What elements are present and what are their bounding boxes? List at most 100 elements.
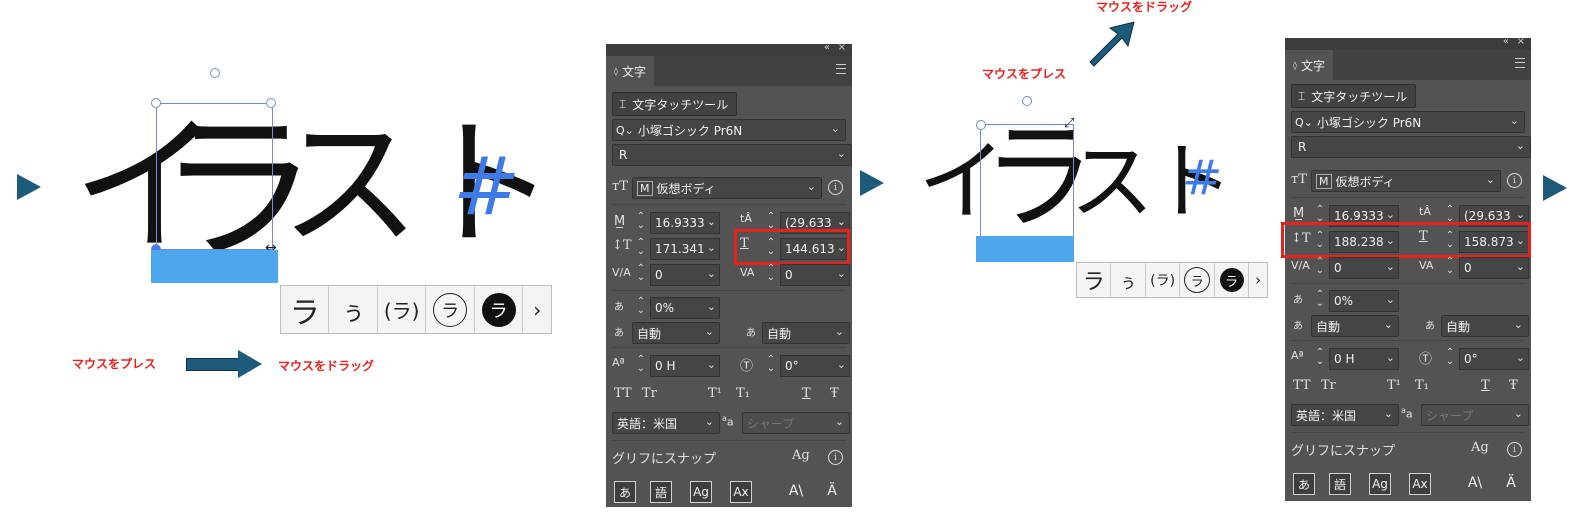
close-icon[interactable]: × [1517, 36, 1525, 47]
tsume-stepper[interactable]: ⌃ ⌄ [636, 297, 646, 316]
underline-button[interactable]: T [1481, 378, 1490, 393]
font-size-reference-dropdown[interactable]: M 仮想ボディ ⌄ [632, 177, 822, 199]
baseline-shift-field[interactable]: 0 H ⌄ [650, 355, 720, 377]
selection-handle-tl[interactable] [976, 120, 986, 130]
font-size-stepper[interactable]: ⌃ ⌄ [636, 212, 646, 231]
strikethrough-button[interactable]: Ŧ [1509, 378, 1518, 393]
glyph-alternates-bar[interactable]: ラ ぅ (ラ) ラ ラ › [1076, 262, 1268, 298]
rotate-handle[interactable] [210, 68, 220, 78]
kerning-field[interactable]: 0 ⌄ [1329, 257, 1399, 279]
rotate-handle[interactable] [1022, 96, 1032, 106]
aki-right-dropdown[interactable]: 自動 ⌄ [762, 322, 850, 344]
language-dropdown[interactable]: 英語：米国 ⌄ [1291, 404, 1399, 426]
glyph-cell[interactable]: ぅ [329, 286, 378, 333]
snap-btn-4[interactable]: Ax [730, 481, 752, 503]
glyph-cell[interactable]: (ラ) [1146, 263, 1181, 297]
font-style-dropdown[interactable]: R ⌄ [1291, 136, 1531, 158]
superscript-button[interactable]: T¹ [1387, 378, 1401, 393]
font-size-reference-dropdown[interactable]: M 仮想ボディ ⌄ [1311, 170, 1501, 192]
selection-box[interactable] [980, 124, 1074, 239]
glyph-cell[interactable]: ラ [1180, 263, 1215, 297]
glyph-snap-icon[interactable]: Ag [1471, 440, 1489, 455]
baseline-shift-stepper[interactable]: ⌃ ⌄ [636, 355, 646, 374]
glyph-cell[interactable]: ラ [475, 286, 524, 333]
aki-right-dropdown[interactable]: 自動 ⌄ [1441, 315, 1529, 337]
tab-character[interactable]: ◊ 文字 [1285, 50, 1333, 80]
rotation-field[interactable]: 0° ⌄ [780, 355, 850, 377]
glyph-cell[interactable]: ラ [426, 286, 475, 333]
snap-btn-1[interactable]: あ [614, 481, 636, 503]
language-dropdown[interactable]: 英語：米国 ⌄ [612, 412, 720, 434]
info-icon[interactable]: i [828, 450, 843, 465]
glyph-alternates-bar[interactable]: ラ ぅ (ラ) ラ ラ › [280, 285, 552, 334]
subscript-button[interactable]: T₁ [736, 386, 750, 401]
glyph-more-button[interactable]: › [1249, 263, 1267, 297]
selection-handle-tr[interactable] [266, 98, 276, 108]
glyph-cell[interactable]: ラ [1215, 263, 1250, 297]
touch-type-tool-button[interactable]: ⌶ 文字タッチツール [1291, 84, 1417, 108]
superscript-button[interactable]: T¹ [708, 386, 722, 401]
font-style-dropdown[interactable]: R ⌄ [612, 144, 852, 166]
font-family-dropdown[interactable]: Q⌄ 小塚ゴシック Pr6N ⌄ [1291, 111, 1525, 133]
snap-btn-3[interactable]: Ag [1369, 473, 1391, 495]
glyph-cell[interactable]: ぅ [1111, 263, 1146, 297]
snap-btn-4[interactable]: Ax [1409, 473, 1431, 495]
rotation-stepper[interactable]: ⌃ ⌄ [1445, 348, 1455, 367]
touch-type-tool-button[interactable]: ⌶ 文字タッチツール [612, 92, 738, 116]
snap-btn-6[interactable]: Ä [822, 481, 842, 501]
glyph-cell[interactable]: ラ [281, 286, 330, 333]
kerning-stepper[interactable]: ⌃ ⌄ [636, 264, 646, 283]
baseline-shift-stepper[interactable]: ⌃ ⌄ [1315, 348, 1325, 367]
subscript-button[interactable]: T₁ [1415, 378, 1429, 393]
selection-handle-tl[interactable] [151, 98, 161, 108]
snap-btn-5[interactable]: A\ [1465, 473, 1485, 493]
info-icon[interactable]: i [1507, 173, 1522, 188]
small-caps-button[interactable]: Tr [642, 386, 657, 401]
snap-btn-3[interactable]: Ag [690, 481, 712, 503]
snap-btn-5[interactable]: A\ [786, 481, 806, 501]
font-family-dropdown[interactable]: Q⌄ 小塚ゴシック Pr6N ⌄ [612, 119, 846, 141]
glyph-cell[interactable]: ラ [1077, 263, 1112, 297]
leading-stepper[interactable]: ⌃ ⌄ [1445, 205, 1455, 224]
leading-stepper[interactable]: ⌃ ⌄ [766, 212, 776, 231]
close-icon[interactable]: × [838, 42, 846, 53]
font-size-stepper[interactable]: ⌃ ⌄ [1315, 205, 1325, 224]
strikethrough-button[interactable]: Ŧ [830, 386, 839, 401]
collapse-icon[interactable]: « [1503, 36, 1509, 47]
info-icon[interactable]: i [1507, 442, 1522, 457]
tab-character[interactable]: ◊ 文字 [606, 56, 654, 86]
font-size-field[interactable]: 16.9333 ⌄ [650, 212, 720, 234]
snap-btn-1[interactable]: あ [1293, 473, 1315, 495]
tracking-stepper[interactable]: ⌃ ⌄ [766, 264, 776, 283]
tracking-stepper[interactable]: ⌃ ⌄ [1445, 257, 1455, 276]
tracking-field[interactable]: 0 ⌄ [1459, 257, 1529, 279]
kerning-stepper[interactable]: ⌃ ⌄ [1315, 257, 1325, 276]
rotation-field[interactable]: 0° ⌄ [1459, 348, 1529, 370]
info-icon[interactable]: i [828, 180, 843, 195]
baseline-shift-field[interactable]: 0 H ⌄ [1329, 348, 1399, 370]
glyph-snap-icon[interactable]: Ag [792, 448, 810, 463]
panel-menu-icon[interactable] [836, 64, 846, 74]
small-caps-button[interactable]: Tr [1321, 378, 1336, 393]
tracking-field[interactable]: 0 ⌄ [780, 264, 850, 286]
snap-btn-2[interactable]: 語 [650, 481, 672, 503]
snap-btn-2[interactable]: 語 [1329, 473, 1351, 495]
collapse-icon[interactable]: « [824, 42, 830, 53]
vertical-scale-field[interactable]: 171.341 ⌄ [650, 238, 720, 260]
snap-btn-6[interactable]: Ä [1501, 473, 1521, 493]
panel-menu-icon[interactable] [1515, 58, 1525, 68]
glyph-cell[interactable]: (ラ) [378, 286, 427, 333]
all-caps-button[interactable]: TT [614, 386, 632, 401]
all-caps-button[interactable]: TT [1293, 378, 1311, 393]
tsume-field[interactable]: 0% ⌄ [1329, 290, 1399, 312]
tsume-field[interactable]: 0% ⌄ [650, 297, 720, 319]
aki-left-dropdown[interactable]: 自動 ⌄ [632, 322, 720, 344]
rotation-stepper[interactable]: ⌃ ⌄ [766, 355, 776, 374]
vertical-scale-stepper[interactable]: ⌃ ⌄ [636, 238, 646, 257]
aki-left-dropdown[interactable]: 自動 ⌄ [1311, 315, 1399, 337]
selection-box[interactable] [156, 103, 273, 250]
kerning-field[interactable]: 0 ⌄ [650, 264, 720, 286]
tsume-stepper[interactable]: ⌃ ⌄ [1315, 290, 1325, 309]
underline-button[interactable]: T [802, 386, 811, 401]
glyph-more-button[interactable]: › [523, 286, 551, 333]
